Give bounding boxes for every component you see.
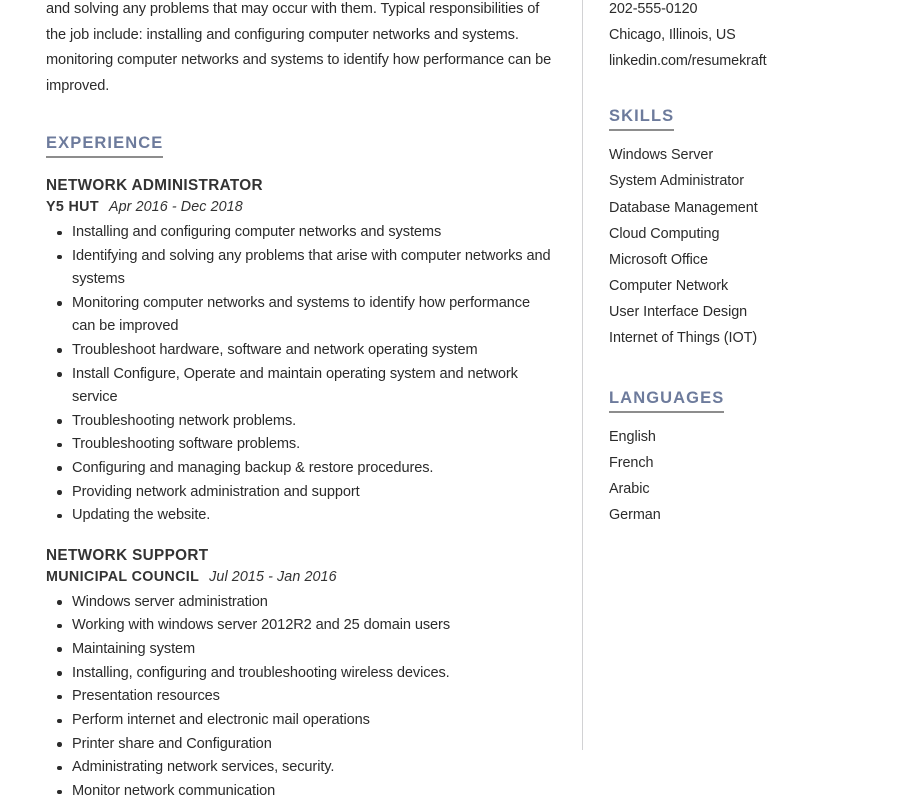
job-bullet: Working with windows server 2012R2 and 2… bbox=[46, 614, 554, 637]
job-bullet: Configuring and managing backup & restor… bbox=[46, 457, 554, 480]
job-bullet: Monitor network communication bbox=[46, 780, 554, 803]
job-meta: MUNICIPAL COUNCIL Jul 2015 - Jan 2016 bbox=[46, 567, 554, 587]
job-bullet: Monitoring computer networks and systems… bbox=[46, 292, 554, 338]
job-bullet: Perform internet and electronic mail ope… bbox=[46, 709, 554, 732]
skill-item: Windows Server bbox=[609, 147, 714, 164]
job-title: NETWORK ADMINISTRATOR bbox=[46, 177, 263, 195]
job-bullet-list: Installing and configuring computer netw… bbox=[46, 221, 554, 527]
experience-section: EXPERIENCE NETWORK ADMINISTRATOR Y5 HUT Ap… bbox=[46, 133, 554, 803]
job-bullet: Install Configure, Operate and maintain … bbox=[46, 363, 554, 409]
languages-section: LANGUAGES English French Arabic German bbox=[609, 388, 881, 528]
job-bullet: Troubleshooting network problems. bbox=[46, 410, 554, 433]
skill-item: Computer Network bbox=[609, 277, 729, 294]
job-bullet: Maintaining system bbox=[46, 638, 554, 661]
skill-item: Database Management bbox=[609, 199, 758, 216]
job-bullet: Installing and configuring computer netw… bbox=[46, 221, 554, 244]
experience-heading-rule bbox=[46, 156, 164, 159]
resume-page: and solving any problems that may occur … bbox=[0, 0, 901, 799]
skill-item: Microsoft Office bbox=[609, 251, 708, 268]
jobs-container: NETWORK ADMINISTRATOR Y5 HUT Apr 2016 - De… bbox=[46, 176, 554, 803]
job-bullet: Administrating network services, securit… bbox=[46, 756, 554, 779]
job-title: NETWORK SUPPORT bbox=[46, 546, 209, 564]
skills-heading-wrap: SKILLS bbox=[609, 106, 675, 132]
job-bullet: Installing, configuring and troubleshoot… bbox=[46, 662, 554, 685]
contact-item: linkedin.com/resumekraft bbox=[609, 52, 767, 69]
skills-list: Windows Server System Administrator Databa… bbox=[609, 142, 881, 351]
job-bullet: Providing network administration and sup… bbox=[46, 481, 554, 504]
job-bullet-list: Windows server administration Working wit… bbox=[46, 591, 554, 803]
languages-heading-rule bbox=[609, 411, 725, 414]
skills-section: SKILLS Windows Server System Administrato… bbox=[609, 106, 881, 351]
languages-heading: LANGUAGES bbox=[609, 389, 725, 408]
language-item: French bbox=[609, 455, 654, 472]
job-entry: NETWORK ADMINISTRATOR Y5 HUT Apr 2016 - De… bbox=[46, 176, 554, 527]
contact-item: 202-555-0120 bbox=[609, 1, 698, 17]
job-bullet: Identifying and solving any problems tha… bbox=[46, 245, 554, 291]
skills-heading: SKILLS bbox=[609, 107, 675, 126]
language-item: English bbox=[609, 429, 656, 446]
job-dates: Apr 2016 - Dec 2018 bbox=[108, 199, 243, 216]
skill-item: User Interface Design bbox=[609, 303, 748, 320]
sidebar-column: 202-555-0120 Chicago, Illinois, US linkedi… bbox=[582, 0, 901, 750]
professional-summary: and solving any problems that may occur … bbox=[46, 1, 552, 94]
job-bullet: Troubleshoot hardware, software and netw… bbox=[46, 339, 554, 362]
job-meta: Y5 HUT Apr 2016 - Dec 2018 bbox=[46, 197, 554, 217]
job-bullet: Presentation resources bbox=[46, 685, 554, 708]
language-item: Arabic bbox=[609, 481, 650, 498]
contact-list: 202-555-0120 Chicago, Illinois, US linkedi… bbox=[609, 0, 881, 74]
skills-heading-rule bbox=[609, 129, 675, 132]
job-dates: Jul 2015 - Jan 2016 bbox=[209, 568, 337, 585]
job-entry: NETWORK SUPPORT MUNICIPAL COUNCIL Jul 2015… bbox=[46, 546, 554, 803]
contact-item: Chicago, Illinois, US bbox=[609, 26, 736, 43]
job-bullet: Troubleshooting software problems. bbox=[46, 433, 554, 456]
job-company: MUNICIPAL COUNCIL bbox=[46, 568, 200, 585]
languages-list: English French Arabic German bbox=[609, 424, 881, 528]
skill-item: System Administrator bbox=[609, 173, 744, 190]
languages-heading-wrap: LANGUAGES bbox=[609, 388, 725, 414]
column-divider bbox=[582, 0, 583, 750]
job-bullet: Updating the website. bbox=[46, 504, 554, 527]
language-item: German bbox=[609, 507, 661, 524]
job-bullet: Windows server administration bbox=[46, 591, 554, 614]
job-company: Y5 HUT bbox=[46, 199, 99, 216]
experience-heading-wrap: EXPERIENCE bbox=[46, 133, 164, 159]
skill-item: Cloud Computing bbox=[609, 225, 720, 242]
job-bullet: Printer share and Configuration bbox=[46, 733, 554, 756]
experience-heading: EXPERIENCE bbox=[46, 134, 164, 153]
main-column: and solving any problems that may occur … bbox=[0, 0, 582, 799]
skill-item: Internet of Things (IOT) bbox=[609, 330, 758, 347]
